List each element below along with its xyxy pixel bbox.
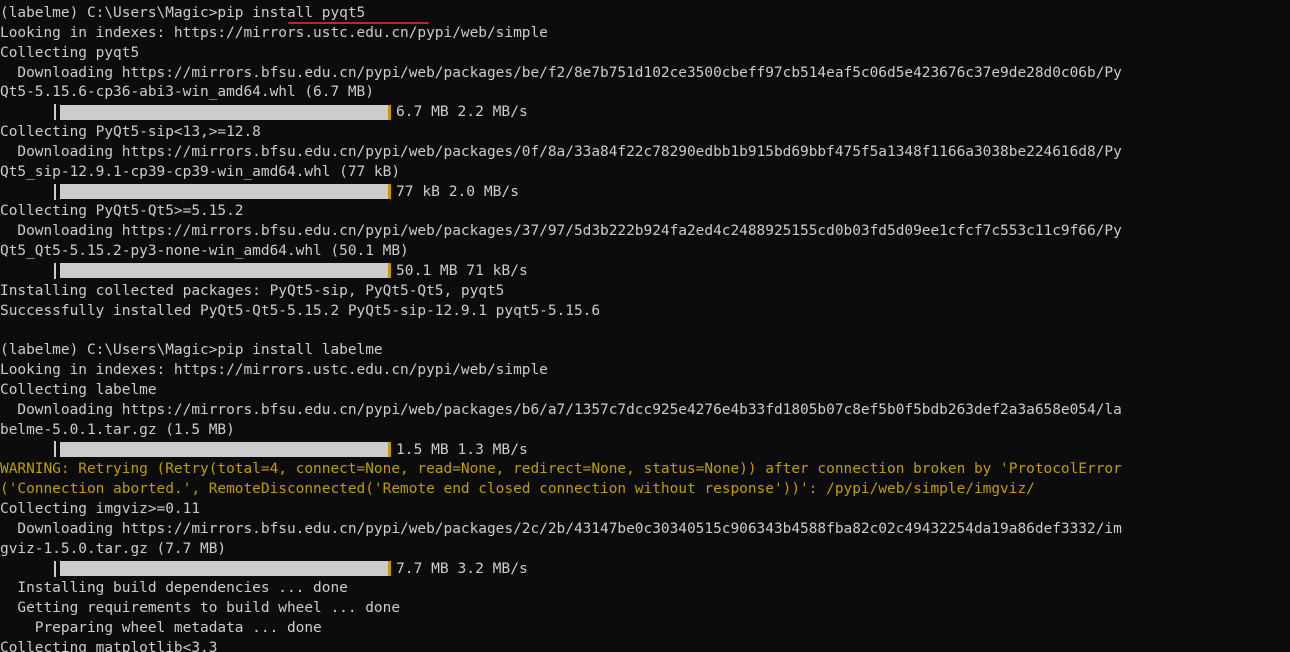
terminal-line: Downloading https://mirrors.bfsu.edu.cn/… (0, 222, 1122, 240)
download-size-speed-label: 7.7 MB 3.2 MB/s (396, 559, 528, 577)
download-size-speed-label: 6.7 MB 2.2 MB/s (396, 103, 528, 121)
progress-bar-end-cap (388, 184, 391, 200)
terminal-line: Collecting matplotlib<3.3 (0, 639, 218, 652)
terminal-line: Installing collected packages: PyQt5-sip… (0, 281, 505, 299)
terminal-line: Successfully installed PyQt5-Qt5-5.15.2 … (0, 301, 601, 319)
terminal-line: Qt5_Qt5-5.15.2-py3-none-win_amd64.whl (5… (0, 242, 409, 260)
terminal-warning-line: ('Connection aborted.', RemoteDisconnect… (0, 480, 1035, 498)
progress-bar (54, 559, 391, 579)
progress-bar-fill (60, 441, 388, 457)
download-size-speed-label: 50.1 MB 71 kB/s (396, 261, 528, 279)
progress-bar (54, 102, 391, 122)
progress-bar-fill (60, 561, 388, 577)
progress-bar-fill (60, 104, 388, 120)
terminal-line: belme-5.0.1.tar.gz (1.5 MB) (0, 420, 235, 438)
terminal-line: Looking in indexes: https://mirrors.ustc… (0, 361, 548, 379)
terminal-line: Downloading https://mirrors.bfsu.edu.cn/… (0, 63, 1122, 81)
download-progress-row: 50.1 MB 71 kB/s (0, 261, 1290, 281)
download-progress-row: 77 kB 2.0 MB/s (0, 182, 1290, 202)
terminal-line: Collecting labelme (0, 381, 157, 399)
red-underline-annotation (288, 22, 429, 24)
progress-bar-end-cap (388, 441, 391, 457)
terminal-line: Preparing wheel metadata ... done (0, 619, 322, 637)
terminal-line: Collecting pyqt5 (0, 43, 140, 61)
terminal-line: gviz-1.5.0.tar.gz (7.7 MB) (0, 539, 227, 557)
terminal-line: Downloading https://mirrors.bfsu.edu.cn/… (0, 519, 1122, 537)
download-size-speed-label: 77 kB 2.0 MB/s (396, 182, 520, 200)
download-progress-row: 7.7 MB 3.2 MB/s (0, 559, 1290, 579)
terminal-line: Looking in indexes: https://mirrors.ustc… (0, 23, 548, 41)
progress-bar (54, 261, 391, 281)
progress-bar-end-cap (388, 561, 391, 577)
progress-bar-start-marker (54, 183, 56, 200)
terminal-output[interactable]: (labelme) C:\Users\Magic>pip install pyq… (0, 0, 1290, 652)
progress-bar-start-marker (54, 441, 56, 458)
terminal-line: (labelme) C:\Users\Magic>pip install lab… (0, 341, 383, 359)
terminal-line: Qt5-5.15.6-cp36-abi3-win_amd64.whl (6.7 … (0, 83, 374, 101)
progress-bar-end-cap (388, 104, 391, 120)
progress-bar (54, 182, 391, 202)
progress-bar-fill (60, 263, 388, 279)
terminal-line: Collecting PyQt5-Qt5>=5.15.2 (0, 202, 244, 220)
download-progress-row: 1.5 MB 1.3 MB/s (0, 440, 1290, 460)
terminal-line: Collecting imgviz>=0.11 (0, 500, 201, 518)
terminal-line: Downloading https://mirrors.bfsu.edu.cn/… (0, 400, 1122, 418)
progress-bar-end-cap (388, 263, 391, 279)
terminal-line: Collecting PyQt5-sip<13,>=12.8 (0, 123, 261, 141)
terminal-line: (labelme) C:\Users\Magic>pip install pyq… (0, 4, 366, 21)
progress-bar-fill (60, 184, 388, 200)
progress-bar-start-marker (54, 104, 56, 121)
terminal-line: Qt5_sip-12.9.1-cp39-cp39-win_amd64.whl (… (0, 162, 401, 180)
terminal-warning-line: WARNING: Retrying (Retry(total=4, connec… (0, 460, 1122, 478)
download-size-speed-label: 1.5 MB 1.3 MB/s (396, 440, 528, 458)
terminal-line: Getting requirements to build wheel ... … (0, 599, 401, 617)
progress-bar (54, 440, 391, 460)
terminal-line: Installing build dependencies ... done (0, 579, 348, 597)
terminal-window[interactable]: (labelme) C:\Users\Magic>pip install pyq… (0, 0, 1290, 652)
download-progress-row: 6.7 MB 2.2 MB/s (0, 102, 1290, 122)
progress-bar-start-marker (54, 262, 56, 279)
terminal-line: Downloading https://mirrors.bfsu.edu.cn/… (0, 142, 1122, 160)
progress-bar-start-marker (54, 560, 56, 577)
